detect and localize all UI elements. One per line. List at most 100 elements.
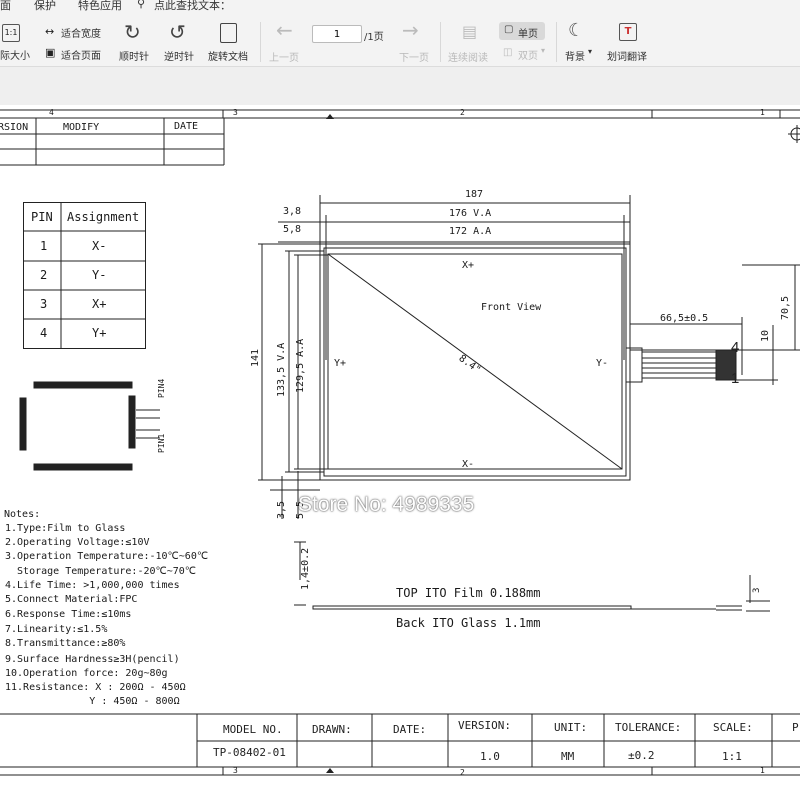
title-header-drawn: DRAWN: bbox=[312, 723, 352, 736]
note-line: 2.Operating Voltage:≤10V bbox=[5, 537, 150, 548]
continuous-read-button[interactable]: 连续阅读 bbox=[448, 49, 488, 64]
back-layer-label: Back ITO Glass 1.1mm bbox=[396, 616, 541, 630]
title-header-date: DATE: bbox=[393, 723, 427, 736]
dim-left-offset-2: 5,8 bbox=[283, 224, 302, 235]
note-line: 8.Transmittance:≥80% bbox=[5, 638, 126, 649]
fpc-pin4-label: PIN4 bbox=[157, 378, 166, 398]
pin-header: PIN bbox=[31, 210, 53, 224]
store-watermark: Store No: 4989335 bbox=[298, 493, 475, 516]
translate-button[interactable]: 划词翻译 bbox=[607, 48, 647, 63]
menu-item-page[interactable]: 面 bbox=[0, 0, 11, 13]
rotate-cw-button[interactable]: 顺时针 bbox=[119, 48, 149, 63]
actual-size-button[interactable]: 际大小 bbox=[0, 47, 30, 62]
dim-overall-width: 187 bbox=[465, 189, 484, 200]
rotate-ccw-icon[interactable]: ↺ bbox=[169, 20, 186, 44]
note-line: 10.Operation force: 20g~80g bbox=[5, 668, 168, 679]
notes-title: Notes: bbox=[4, 509, 41, 520]
title-header-version: VERSION: bbox=[458, 719, 511, 732]
pin-row-2-assignment: Y- bbox=[92, 268, 107, 282]
title-value-model: TP-08402-01 bbox=[213, 746, 286, 759]
rotate-cw-icon[interactable]: ↻ bbox=[124, 20, 141, 44]
pin-row-3-pin: 3 bbox=[40, 297, 48, 311]
document-page: 4 3 2 1 3 2 1 RSION MODIFY DATE PIN Assi… bbox=[0, 105, 800, 800]
revision-header-date: DATE bbox=[174, 121, 199, 132]
rotate-document-button[interactable]: 旋转文档 bbox=[208, 48, 248, 63]
menu-item-special[interactable]: 特色应用 bbox=[78, 0, 122, 13]
pin-row-1-assignment: X- bbox=[92, 239, 107, 253]
title-value-version: 1.0 bbox=[480, 750, 500, 763]
revision-header-modify: MODIFY bbox=[63, 122, 100, 133]
double-page-dropdown-icon[interactable]: ▾ bbox=[541, 46, 545, 55]
note-line: Y : 450Ω - 800Ω bbox=[5, 696, 180, 707]
label-x-plus: X+ bbox=[462, 260, 475, 271]
revision-header-version: RSION bbox=[0, 122, 29, 133]
page-number-input[interactable] bbox=[312, 25, 362, 43]
title-header-unit: UNIT: bbox=[554, 721, 588, 734]
page-total-label: /1页 bbox=[364, 32, 384, 43]
rotate-document-icon[interactable] bbox=[220, 23, 237, 43]
dim-va-height: 133,5 V.A bbox=[276, 342, 287, 397]
pin-row-3-assignment: X+ bbox=[92, 297, 107, 311]
title-value-unit: MM bbox=[561, 750, 575, 763]
continuous-read-icon[interactable]: ▤ bbox=[462, 22, 477, 41]
background-button[interactable]: 背景 bbox=[565, 48, 585, 63]
note-line: 6.Response Time:≤10ms bbox=[5, 609, 132, 620]
previous-page-icon[interactable]: ← bbox=[276, 18, 293, 42]
dim-aa-width: 172 A.A bbox=[449, 226, 492, 237]
assignment-header: Assignment bbox=[67, 210, 140, 224]
dim-thickness: 1,4±0.2 bbox=[300, 547, 311, 590]
ruler-top-2: 2 bbox=[460, 108, 465, 117]
title-value-tolerance: ±0.2 bbox=[628, 749, 655, 762]
search-icon[interactable]: ⚲ bbox=[137, 0, 145, 10]
actual-size-icon[interactable]: 1:1 bbox=[2, 24, 20, 42]
fit-width-button[interactable]: 适合宽度 bbox=[61, 25, 101, 40]
ruler-top-1: 1 bbox=[760, 108, 765, 117]
note-line: 4.Life Time: >1,000,000 times bbox=[5, 580, 180, 591]
fpc-pin1-label: PIN1 bbox=[157, 433, 166, 453]
background-dropdown-icon[interactable]: ▾ bbox=[588, 47, 592, 56]
dim-fpc-length: 66,5±0.5 bbox=[660, 313, 709, 324]
dim-aa-height: 129,5 A.A bbox=[295, 338, 306, 393]
label-x-minus: X- bbox=[462, 459, 475, 470]
rotate-ccw-button[interactable]: 逆时针 bbox=[164, 48, 194, 63]
note-line: 9.Surface Hardness≥3H(pencil) bbox=[5, 654, 180, 665]
label-front-view: Front View bbox=[481, 302, 542, 313]
search-text-button[interactable]: 点此查找文本： bbox=[154, 0, 231, 13]
title-header-scale: SCALE: bbox=[713, 721, 753, 734]
title-header-tolerance: TOLERANCE: bbox=[615, 721, 682, 734]
pin-row-1-pin: 1 bbox=[40, 239, 48, 253]
toolbar: 1:1 际大小 ↔ 适合宽度 ▣ 适合页面 ↻ 顺时针 ↺ 逆时针 旋转文档 ←… bbox=[0, 14, 800, 67]
dim-left-offset-1: 3,8 bbox=[283, 206, 302, 217]
dim-overall-height: 141 bbox=[250, 348, 261, 367]
fit-page-button[interactable]: 适合页面 bbox=[61, 47, 101, 62]
next-page-icon[interactable]: → bbox=[402, 18, 419, 42]
toolbar-gap bbox=[0, 67, 800, 105]
dim-bottom-1: 3,5 bbox=[276, 500, 287, 519]
label-y-minus: Y- bbox=[596, 358, 609, 369]
moon-icon[interactable]: ☾ bbox=[568, 20, 584, 41]
note-line: 5.Connect Material:FPC bbox=[5, 594, 138, 605]
note-line: 7.Linearity:≤1.5% bbox=[5, 624, 108, 635]
label-y-plus: Y+ bbox=[334, 358, 347, 369]
previous-page-button[interactable]: 上一页 bbox=[269, 49, 299, 64]
single-page-icon: ▢ bbox=[504, 24, 514, 35]
fit-page-icon[interactable]: ▣ bbox=[45, 46, 55, 59]
double-page-button[interactable]: 双页 bbox=[518, 47, 538, 62]
note-line: Storage Temperature:-20℃~70℃ bbox=[5, 566, 197, 577]
dim-fpc-height: 70,5 bbox=[780, 295, 791, 320]
dim-fpc-width: 10 bbox=[760, 329, 771, 342]
title-header-p: P bbox=[792, 721, 799, 734]
single-page-button[interactable]: ▢ 单页 bbox=[499, 22, 545, 40]
double-page-icon[interactable]: ◫ bbox=[503, 47, 512, 58]
menu-bar: 面 保护 特色应用 ⚲ 点此查找文本： bbox=[0, 0, 800, 14]
translate-icon[interactable]: T bbox=[619, 23, 637, 41]
pin-row-2-pin: 2 bbox=[40, 268, 48, 282]
next-page-button[interactable]: 下一页 bbox=[399, 49, 429, 64]
menu-item-protect[interactable]: 保护 bbox=[34, 0, 56, 13]
ruler-top-4: 4 bbox=[49, 108, 54, 117]
pin-row-4-pin: 4 bbox=[40, 326, 48, 340]
title-header-model: MODEL NO. bbox=[223, 723, 283, 736]
fit-width-icon[interactable]: ↔ bbox=[45, 25, 54, 38]
single-page-label: 单页 bbox=[518, 29, 538, 40]
fpc-pin1-number: 1 bbox=[731, 370, 740, 387]
